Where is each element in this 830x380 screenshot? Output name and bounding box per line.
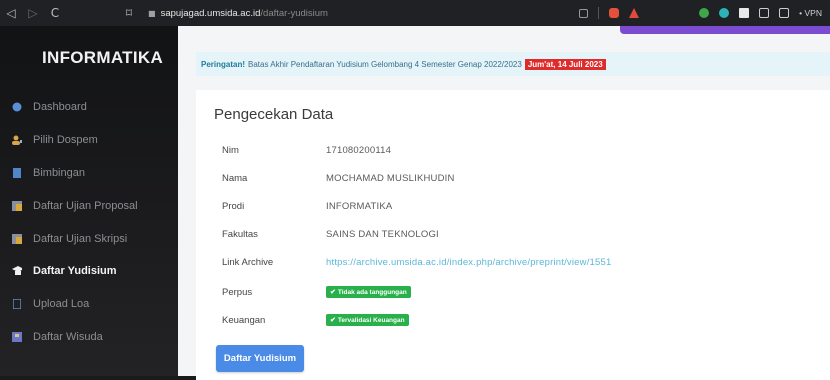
forward-icon[interactable]: ▷ xyxy=(22,6,44,20)
field-label: Nama xyxy=(222,173,248,184)
sidebar-item-ujian-skripsi[interactable]: Daftar Ujian Skripsi xyxy=(12,233,127,245)
folder-icon xyxy=(12,201,22,211)
sidebar-item-label: Daftar Wisuda xyxy=(33,331,103,343)
sidebar-item-dashboard[interactable]: Dashboard xyxy=(12,101,87,113)
alert-prefix: Peringatan! xyxy=(201,59,246,69)
check-icon: ✔ xyxy=(330,317,336,324)
divider xyxy=(598,7,600,19)
sidebar-toggle-icon[interactable] xyxy=(759,8,770,18)
sidebar-item-label: Bimbingan xyxy=(33,167,85,179)
sidebar-item-label: Dashboard xyxy=(33,101,87,113)
badge-text: Tervalidasi Keuangan xyxy=(337,316,405,324)
field-value: MOCHAMAD MUSLIKHUDIN xyxy=(326,173,455,184)
check-icon: ✔ xyxy=(330,289,336,296)
file-icon xyxy=(12,299,22,309)
reload-icon[interactable]: C xyxy=(44,6,66,20)
wallet-icon[interactable] xyxy=(779,8,790,18)
field-label: Perpus xyxy=(222,286,253,298)
url-domain: sapujagad.umsida.ac.id xyxy=(160,7,261,19)
field-value: INFORMATIKA xyxy=(326,201,393,212)
sidebar-item-label: Daftar Ujian Skripsi xyxy=(33,233,128,245)
perpus-status-badge: ✔ Tidak ada tanggungan xyxy=(326,286,411,298)
back-icon[interactable]: ◁ xyxy=(0,6,22,20)
rewards-triangle-icon[interactable] xyxy=(629,8,640,18)
sidebar: INFORMATIKA Dashboard Pilih Dospem Bimbi… xyxy=(0,26,178,376)
deadline-alert: Peringatan! Batas Akhir Pendaftaran Yudi… xyxy=(196,52,830,76)
field-row-perpus: Perpus ✔ Tidak ada tanggungan xyxy=(222,286,822,298)
keuangan-status-badge: ✔ Tervalidasi Keuangan xyxy=(326,314,409,326)
top-header-strip xyxy=(178,26,830,36)
sidebar-item-label: Daftar Ujian Proposal xyxy=(33,200,138,212)
sidebar-item-bimbingan[interactable]: Bimbingan xyxy=(12,167,85,179)
field-label: Nim xyxy=(222,145,239,156)
bookmark-icon[interactable]: ⌑ xyxy=(118,6,140,20)
field-label: Fakultas xyxy=(222,229,258,240)
field-row-link-archive: Link Archive https://archive.umsida.ac.i… xyxy=(222,257,822,268)
share-icon[interactable] xyxy=(579,8,589,18)
sidebar-item-label: Upload Loa xyxy=(33,298,90,310)
field-value: SAINS DAN TEKNOLOGI xyxy=(326,229,439,240)
sidebar-item-label: Daftar Yudisium xyxy=(33,265,117,277)
main-content: Peringatan! Batas Akhir Pendaftaran Yudi… xyxy=(178,26,830,380)
document-icon xyxy=(12,168,22,178)
extension-green-icon[interactable] xyxy=(699,8,710,18)
field-label: Keuangan xyxy=(222,314,266,326)
card-title: Pengecekan Data xyxy=(214,106,334,123)
extension-teal-icon[interactable] xyxy=(719,8,730,18)
field-row-prodi: Prodi INFORMATIKA xyxy=(222,201,822,212)
sidebar-item-daftar-yudisium[interactable]: Daftar Yudisium xyxy=(12,265,117,277)
field-row-nim: Nim 171080200114 xyxy=(222,145,822,156)
vpn-button[interactable]: • VPN xyxy=(799,8,822,18)
field-row-fakultas: Fakultas SAINS DAN TEKNOLOGI xyxy=(222,229,822,240)
data-check-card: Pengecekan Data Nim 171080200114 Nama MO… xyxy=(196,90,830,380)
sidebar-item-ujian-proposal[interactable]: Daftar Ujian Proposal xyxy=(12,200,138,212)
sidebar-item-pilih-dospem[interactable]: Pilih Dospem xyxy=(12,134,98,146)
browser-toolbar: ◁ ▷ C ⌑ ■ sapujagad.umsida.ac.id /daftar… xyxy=(0,0,830,26)
puzzle-icon[interactable] xyxy=(739,8,750,18)
folder-icon xyxy=(12,234,22,244)
alert-message: Batas Akhir Pendaftaran Yudisium Gelomba… xyxy=(248,59,522,69)
sidebar-item-upload-loa[interactable]: Upload Loa xyxy=(12,298,89,310)
field-label: Link Archive xyxy=(222,257,274,268)
brave-shield-icon[interactable] xyxy=(609,8,620,18)
graduation-icon xyxy=(12,332,22,342)
brand-title: INFORMATIKA xyxy=(42,48,164,67)
alert-deadline: Jum'at, 14 Juli 2023 xyxy=(524,58,606,70)
graduation-cap-icon xyxy=(12,266,22,276)
field-row-keuangan: Keuangan ✔ Tervalidasi Keuangan xyxy=(222,314,822,326)
browser-extensions: • VPN xyxy=(579,0,830,26)
field-value: 171080200114 xyxy=(326,145,392,156)
sidebar-item-label: Pilih Dospem xyxy=(33,134,98,146)
daftar-yudisium-button[interactable]: Daftar Yudisium xyxy=(216,345,304,372)
archive-link[interactable]: https://archive.umsida.ac.id/index.php/a… xyxy=(326,257,611,268)
field-row-nama: Nama MOCHAMAD MUSLIKHUDIN xyxy=(222,173,822,184)
badge-text: Tidak ada tanggungan xyxy=(337,288,407,296)
info-icon xyxy=(12,102,22,112)
url-path: /daftar-yudisium xyxy=(260,7,328,19)
lock-icon: ■ xyxy=(148,8,156,18)
user-icon xyxy=(12,135,22,145)
sidebar-item-daftar-wisuda[interactable]: Daftar Wisuda xyxy=(12,331,103,343)
field-label: Prodi xyxy=(222,201,245,212)
header-accent xyxy=(620,26,830,34)
